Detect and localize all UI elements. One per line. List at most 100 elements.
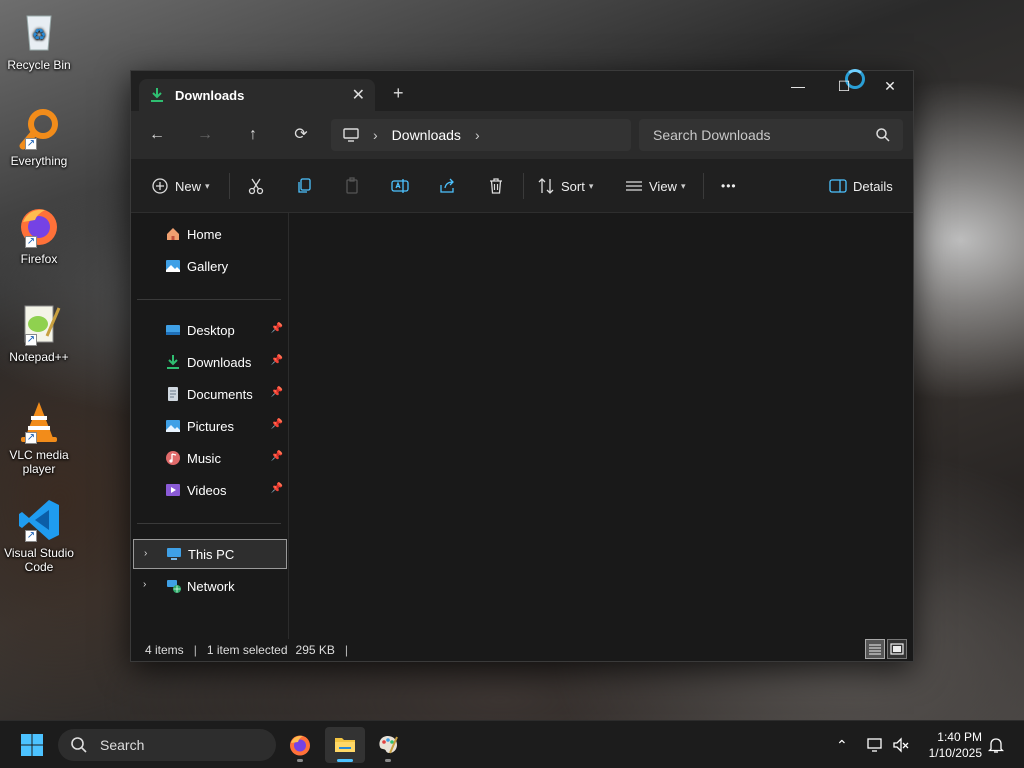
desktop-icon-firefox[interactable]: ↗ Firefox [4, 204, 74, 266]
home-icon [167, 228, 179, 240]
desktop-icon-everything[interactable]: ↗ Everything [4, 106, 74, 168]
view-toggle [865, 639, 907, 659]
paint-palette-icon [379, 736, 398, 754]
recycle-bin-icon: ♻ [17, 10, 61, 54]
trash-icon [490, 178, 502, 194]
close-tab-icon[interactable]: ✕ [352, 85, 365, 105]
folder-icon [335, 738, 355, 752]
cut-button[interactable] [247, 174, 265, 198]
close-button[interactable]: ✕ [867, 71, 913, 101]
windows-start-icon[interactable] [20, 733, 44, 757]
desktop-icon-vscode[interactable]: ↗ Visual Studio Code [4, 498, 74, 574]
show-hidden-icons-button[interactable]: ⌃ [836, 721, 848, 768]
pin-icon[interactable]: 📌 [271, 323, 283, 334]
rename-button[interactable] [391, 174, 409, 198]
command-bar: New ▾ Sort ▾ View ▾ ••• Details [131, 159, 913, 213]
network-status-button[interactable] [866, 721, 884, 768]
details-view-button[interactable] [865, 639, 885, 659]
tab-downloads[interactable]: Downloads ✕ [139, 79, 375, 111]
chevron-up-icon: ⌃ [836, 736, 848, 753]
nav-divider [137, 523, 281, 524]
address-bar: ← → ↑ ⟳ › Downloads › [131, 111, 913, 159]
pin-icon[interactable]: 📌 [271, 387, 283, 398]
refresh-button[interactable]: ⟳ [289, 123, 313, 147]
notifications-button[interactable] [988, 721, 1004, 768]
clock-time: 1:40 PM [937, 730, 982, 744]
rename-icon [391, 179, 409, 193]
taskbar-search[interactable]: Search [58, 729, 276, 761]
toolbar-divider [229, 173, 230, 199]
title-bar: Downloads ✕ + — ☐ ✕ [131, 69, 913, 111]
taskbar-file-explorer[interactable] [325, 727, 365, 763]
chevron-down-icon: ▾ [680, 180, 686, 191]
new-tab-button[interactable]: + [393, 83, 404, 104]
paste-button[interactable] [343, 174, 361, 198]
desktop-icon-notepad-plus-plus[interactable]: ↗ Notepad++ [4, 302, 74, 364]
pin-icon[interactable]: 📌 [271, 419, 283, 430]
file-list-area[interactable] [290, 213, 913, 639]
running-indicator [385, 759, 391, 762]
view-button[interactable]: View ▾ [625, 174, 685, 198]
chevron-right-icon[interactable]: › [475, 127, 480, 143]
copy-button[interactable] [295, 174, 313, 198]
vlc-cone-icon: ↗ [17, 400, 61, 444]
forward-button[interactable]: → [193, 123, 217, 147]
nav-item-desktop[interactable]: Desktop 📌 [133, 315, 287, 345]
gallery-icon [166, 260, 180, 272]
firefox-icon [290, 735, 310, 756]
breadcrumb[interactable]: › Downloads › [331, 119, 631, 151]
volume-muted-icon [893, 737, 909, 753]
chevron-right-icon[interactable]: › [373, 127, 378, 143]
desktop-icon-recycle-bin[interactable]: ♻ Recycle Bin [4, 10, 74, 72]
nav-item-home[interactable]: Home [133, 219, 287, 249]
desktop-icon-vlc[interactable]: ↗ VLC media player [4, 400, 74, 476]
nav-item-music[interactable]: Music 📌 [133, 443, 287, 473]
new-button[interactable]: New ▾ [151, 174, 210, 198]
chevron-right-icon[interactable]: › [143, 579, 146, 590]
more-options-button[interactable]: ••• [721, 174, 737, 198]
monitor-icon [343, 128, 359, 142]
search-input[interactable] [639, 119, 903, 151]
shortcut-arrow-icon: ↗ [25, 334, 37, 346]
share-button[interactable] [439, 174, 457, 198]
firefox-icon: ↗ [17, 204, 61, 248]
details-button[interactable]: Details [829, 174, 893, 198]
maximize-button[interactable]: ☐ [821, 71, 867, 101]
details-pane-icon [829, 179, 847, 193]
minimize-button[interactable]: — [775, 71, 821, 101]
taskbar-firefox[interactable] [280, 727, 320, 763]
toolbar-divider [523, 173, 524, 199]
taskbar-clock[interactable]: 1:40 PM 1/10/2025 [929, 729, 982, 761]
window-controls: — ☐ ✕ [775, 71, 913, 103]
network-monitor-icon [867, 738, 882, 752]
up-button[interactable]: ↑ [241, 123, 265, 147]
back-button[interactable]: ← [145, 123, 169, 147]
pin-icon[interactable]: 📌 [271, 451, 283, 462]
selection-status: 1 item selected [206, 643, 288, 657]
volume-button[interactable] [892, 721, 910, 768]
taskbar-paint[interactable] [368, 727, 408, 763]
nav-item-pictures[interactable]: Pictures 📌 [133, 411, 287, 441]
sort-button[interactable]: Sort ▾ [537, 174, 593, 198]
taskbar: Search ⌃ 1:40 PM 1/10/2025 [0, 720, 1024, 768]
nav-item-documents[interactable]: Documents 📌 [133, 379, 287, 409]
sort-icon [538, 178, 554, 194]
shortcut-arrow-icon: ↗ [25, 432, 37, 444]
delete-button[interactable] [487, 174, 505, 198]
pin-icon[interactable]: 📌 [271, 483, 283, 494]
music-icon [166, 451, 180, 465]
nav-item-network[interactable]: › Network [133, 571, 287, 601]
pin-icon[interactable]: 📌 [271, 355, 283, 366]
vscode-icon: ↗ [17, 498, 61, 542]
nav-item-gallery[interactable]: Gallery [133, 251, 287, 281]
chevron-right-icon[interactable]: › [144, 548, 147, 559]
nav-item-videos[interactable]: Videos 📌 [133, 475, 287, 505]
nav-divider [137, 299, 281, 300]
file-explorer-window: Downloads ✕ + — ☐ ✕ ← → ↑ ⟳ › Downloads … [130, 69, 914, 662]
shortcut-arrow-icon: ↗ [25, 236, 37, 248]
content-area: Home Gallery Desktop 📌 Downloads 📌 Docum… [131, 213, 913, 639]
nav-item-downloads[interactable]: Downloads 📌 [133, 347, 287, 377]
nav-item-this-pc[interactable]: › This PC [133, 539, 287, 569]
breadcrumb-item[interactable]: Downloads [392, 127, 461, 143]
tiles-view-button[interactable] [887, 639, 907, 659]
